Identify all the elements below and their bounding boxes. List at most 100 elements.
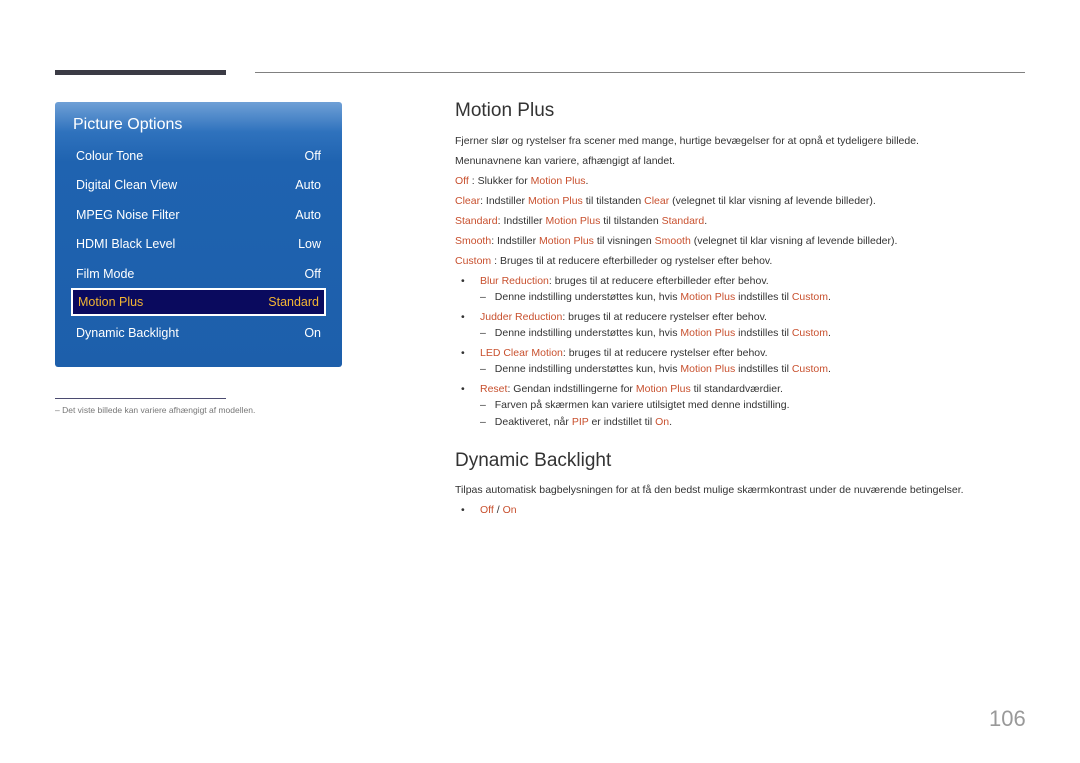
highlight: Custom [791, 327, 829, 339]
menu-item-label: Film Mode [76, 266, 135, 281]
sub-note: – Denne indstilling understøttes kun, hv… [480, 327, 831, 339]
option-off: Off [480, 504, 494, 516]
dash-icon: – [480, 399, 486, 411]
menu-item-value: Auto [295, 207, 321, 222]
header-bar-thick [55, 70, 226, 75]
highlight: On [655, 416, 670, 428]
bullet-icon: • [461, 504, 465, 516]
option-clear: Clear: Indstiller Motion Plus til tilsta… [455, 195, 876, 207]
option-off: Off : Slukker for Motion Plus. [455, 175, 588, 187]
option-smooth: Smooth: Indstiller Motion Plus til visni… [455, 235, 897, 247]
text: Deaktiveret, når [494, 416, 572, 428]
highlight: Custom [791, 363, 829, 375]
menu-item-label: Digital Clean View [76, 177, 178, 192]
highlight: Clear [644, 195, 670, 207]
menu-item-dynamic-backlight[interactable]: Dynamic Backlight On [71, 319, 326, 346]
text: Denne indstilling understøttes kun, hvis [494, 291, 681, 303]
text: Farven på skærmen kan variere utilsigtet… [494, 399, 790, 411]
highlight: Motion Plus [680, 363, 736, 375]
bullet-judder-reduction: • Judder Reduction: bruges til at reduce… [455, 311, 767, 323]
text: . [828, 291, 831, 303]
highlight: Standard [661, 215, 705, 227]
reset-note-pip: – Deaktiveret, når PIP er indstillet til… [480, 416, 672, 428]
menu-item-value: Off [304, 148, 321, 163]
sub-note: – Denne indstilling understøttes kun, hv… [480, 363, 831, 375]
text: : Bruges til at reducere efterbilleder o… [491, 255, 773, 267]
separator: / [493, 504, 503, 516]
highlight: Motion Plus [680, 327, 736, 339]
motion-plus-desc: Fjerner slør og rystelser fra scener med… [455, 135, 919, 147]
picture-options-menu: Picture Options Colour Tone Off Digital … [55, 102, 342, 367]
menu-item-value: Low [298, 236, 321, 251]
option-key: Blur Reduction [480, 275, 549, 287]
text: . [828, 327, 831, 339]
footnote: – Det viste billede kan variere afhængig… [55, 405, 256, 415]
menu-title: Picture Options [73, 116, 183, 133]
option-standard: Standard: Indstiller Motion Plus til til… [455, 215, 707, 227]
text: Denne indstilling understøttes kun, hvis [494, 327, 681, 339]
highlight: Custom [791, 291, 829, 303]
text: (velegnet til klar visning af levende bi… [690, 235, 898, 247]
menu-item-motion-plus[interactable]: Motion Plus Standard [71, 288, 326, 316]
footnote-rule [55, 398, 226, 399]
option-key: Custom [455, 255, 492, 267]
option-key: Clear [455, 195, 481, 207]
text: (velegnet til klar visning af levende bi… [669, 195, 876, 207]
menu-item-label: MPEG Noise Filter [76, 207, 180, 222]
text: til standardværdier. [690, 383, 783, 395]
menu-item-value: Off [304, 266, 321, 281]
sub-note: – Denne indstilling understøttes kun, hv… [480, 291, 831, 303]
text: Denne indstilling understøttes kun, hvis [494, 363, 681, 375]
page-number: 106 [989, 706, 1026, 731]
text: . [704, 215, 708, 227]
text: : Indstiller [497, 215, 546, 227]
highlight: PIP [571, 416, 589, 428]
text: : bruges til at reducere rystelser efter… [562, 347, 768, 359]
text: . [669, 416, 673, 428]
text: indstilles til [735, 327, 792, 339]
dynamic-backlight-options: • Off / On [455, 504, 517, 516]
menu-item-film-mode[interactable]: Film Mode Off [71, 260, 326, 287]
menu-item-hdmi-black-level[interactable]: HDMI Black Level Low [71, 230, 326, 257]
highlight: Motion Plus [530, 175, 586, 187]
menu-item-digital-clean-view[interactable]: Digital Clean View Auto [71, 171, 326, 198]
header-rule [255, 72, 1025, 73]
highlight: Motion Plus [527, 195, 583, 207]
motion-plus-note: Menunavnene kan variere, afhængigt af la… [455, 155, 676, 167]
text: indstilles til [735, 291, 792, 303]
option-on: On [502, 504, 517, 516]
bullet-icon: • [461, 383, 465, 395]
reset-note-colour: – Farven på skærmen kan variere utilsigt… [480, 399, 790, 411]
text: . [828, 363, 831, 375]
text: : Indstiller [480, 195, 528, 207]
text: : bruges til at reducere rystelser efter… [562, 311, 767, 323]
text: : bruges til at reducere efterbilleder e… [548, 275, 769, 287]
dash-icon: – [480, 416, 486, 428]
dynamic-backlight-heading: Dynamic Backlight [455, 450, 612, 471]
dash-icon: – [480, 291, 486, 303]
bullet-led-clear-motion: • LED Clear Motion: bruges til at reduce… [455, 347, 768, 359]
text: : Indstiller [491, 235, 540, 247]
menu-item-label: HDMI Black Level [76, 236, 176, 251]
dynamic-backlight-desc: Tilpas automatisk bagbelysningen for at … [455, 484, 964, 496]
highlight: Motion Plus [635, 383, 691, 395]
highlight: Motion Plus [539, 235, 594, 247]
dash-icon: – [480, 363, 486, 375]
option-key: Standard [455, 215, 498, 227]
menu-item-value: Auto [295, 177, 321, 192]
menu-item-mpeg-noise-filter[interactable]: MPEG Noise Filter Auto [71, 201, 326, 228]
menu-item-value: Standard [268, 295, 319, 309]
option-key: Smooth [455, 235, 492, 247]
option-key: Reset [480, 383, 508, 395]
highlight: Motion Plus [680, 291, 736, 303]
text: til tilstanden [600, 215, 662, 227]
text: er indstillet til [588, 416, 656, 428]
option-key: LED Clear Motion [480, 347, 563, 359]
highlight: Motion Plus [545, 215, 601, 227]
text: til tilstanden [582, 195, 645, 207]
bullet-reset: • Reset: Gendan indstillingerne for Moti… [455, 383, 783, 395]
menu-item-colour-tone[interactable]: Colour Tone Off [71, 142, 326, 169]
option-custom: Custom : Bruges til at reducere efterbil… [455, 255, 772, 267]
text: : Gendan indstillingerne for [507, 383, 636, 395]
menu-item-label: Motion Plus [78, 295, 144, 309]
